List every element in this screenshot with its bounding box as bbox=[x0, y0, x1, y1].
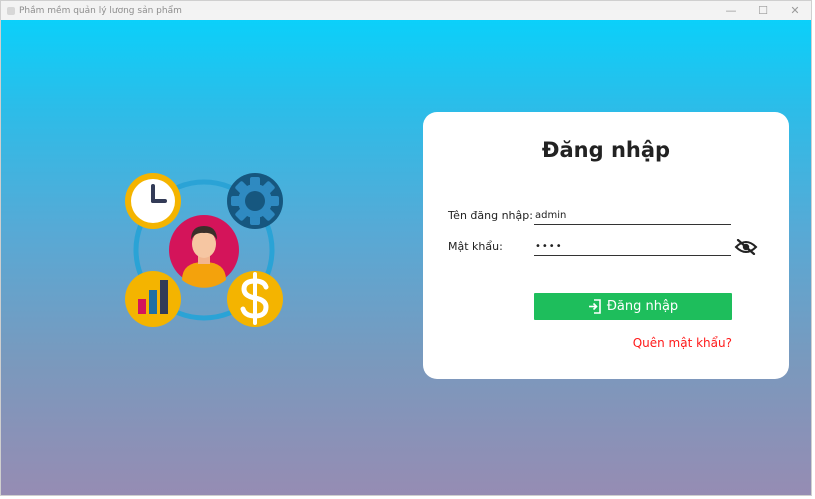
dollar-icon bbox=[227, 271, 283, 327]
illustration-graphic bbox=[125, 173, 283, 327]
eye-slash-icon bbox=[734, 239, 758, 255]
app-icon bbox=[7, 6, 15, 15]
window-controls: — ☐ ✕ bbox=[715, 1, 811, 20]
login-button-label: Đăng nhập bbox=[606, 299, 679, 314]
payroll-illustration bbox=[119, 166, 289, 335]
user-avatar-icon bbox=[169, 215, 239, 288]
window-title: Phầm mềm quản lý lương sản phẩm bbox=[19, 5, 182, 16]
toggle-password-button[interactable] bbox=[734, 238, 758, 256]
login-card: Đăng nhập Tên đăng nhập: Mật khẩu: bbox=[423, 112, 789, 379]
login-button[interactable]: Đăng nhập bbox=[534, 293, 732, 320]
bar-chart-icon bbox=[125, 271, 181, 327]
minimize-button[interactable]: — bbox=[715, 1, 747, 20]
login-screen: Đăng nhập Tên đăng nhập: Mật khẩu: bbox=[1, 20, 811, 495]
password-input[interactable] bbox=[534, 238, 731, 256]
username-label: Tên đăng nhập: bbox=[448, 209, 533, 222]
login-heading: Đăng nhập bbox=[541, 138, 671, 162]
forgot-password-link[interactable]: Quên mật khẩu? bbox=[633, 336, 732, 350]
username-input[interactable] bbox=[534, 207, 731, 225]
clock-icon bbox=[125, 173, 181, 229]
close-button[interactable]: ✕ bbox=[779, 1, 811, 20]
login-icon bbox=[588, 299, 602, 314]
gear-icon bbox=[227, 173, 283, 229]
title-bar: Phầm mềm quản lý lương sản phẩm — ☐ ✕ bbox=[1, 1, 811, 20]
app-window: Phầm mềm quản lý lương sản phẩm — ☐ ✕ Đă… bbox=[0, 0, 812, 496]
maximize-button[interactable]: ☐ bbox=[747, 1, 779, 20]
password-label: Mật khẩu: bbox=[448, 240, 503, 253]
